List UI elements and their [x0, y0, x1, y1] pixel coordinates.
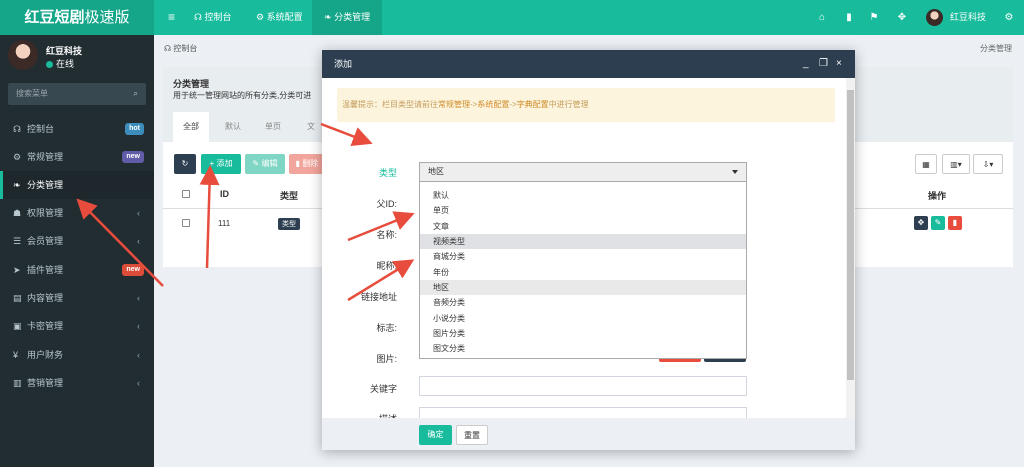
arrow-to-video-type-option [347, 211, 415, 242]
arrow-to-category-menu [76, 198, 164, 287]
annotation-arrows [76, 122, 415, 302]
arrow-to-add-button [199, 165, 220, 269]
arrow-to-type-label [320, 122, 373, 146]
arrow-to-region-option [347, 259, 415, 302]
